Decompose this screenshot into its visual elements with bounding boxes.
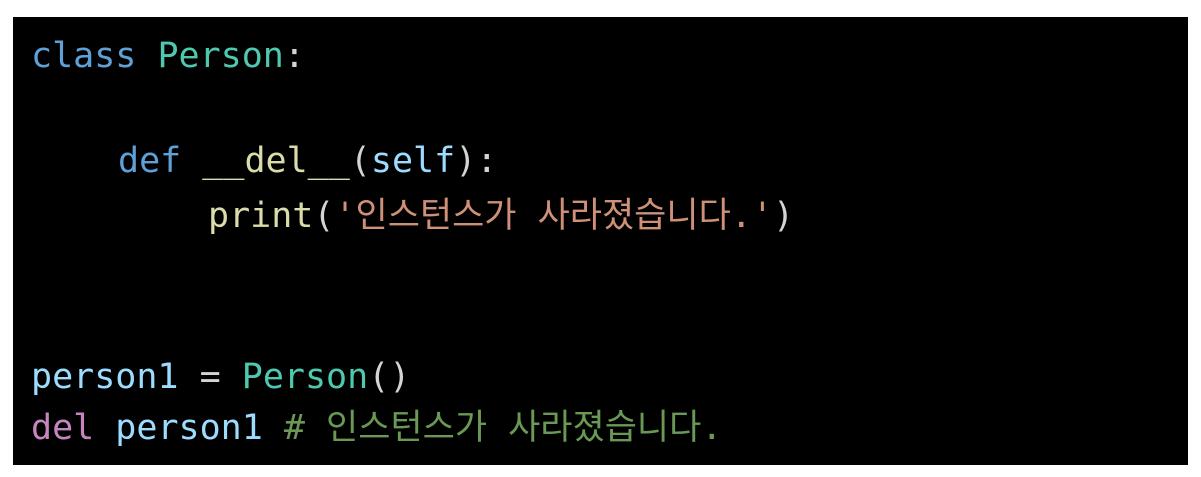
keyword-del: del (31, 408, 95, 448)
close-paren-colon: ): (455, 141, 498, 181)
open-paren: ( (313, 196, 335, 236)
class-name: Person (157, 36, 284, 76)
param-self: self (370, 141, 456, 181)
code-line-print: print('인스턴스가 사라졌습니다.') (31, 194, 794, 238)
code-panel: class Person: def __del__(self): print('… (13, 17, 1188, 465)
assign-operator: = (199, 357, 221, 397)
comment: # 인스턴스가 사라졌습니다. (283, 408, 723, 448)
string-literal: '인스턴스가 사라졌습니다.' (334, 196, 773, 236)
keyword-def: def (118, 141, 182, 181)
code-line-delete: del person1 # 인스턴스가 사라졌습니다. (31, 406, 722, 450)
variable-person1: person1 (31, 357, 179, 397)
close-paren: ) (772, 196, 795, 236)
method-name: __del__ (202, 141, 350, 181)
open-paren: ( (349, 141, 371, 181)
class-call: Person (241, 357, 369, 397)
code-line-class-def: class Person: (31, 34, 305, 78)
call-parens: () (368, 357, 411, 397)
code-line-method-def: def __del__(self): (31, 139, 497, 183)
keyword-class: class (31, 36, 137, 76)
variable-person1: person1 (115, 408, 263, 448)
code-line-instantiate: person1 = Person() (31, 355, 410, 399)
colon: : (283, 36, 305, 76)
print-function: print (208, 196, 314, 236)
